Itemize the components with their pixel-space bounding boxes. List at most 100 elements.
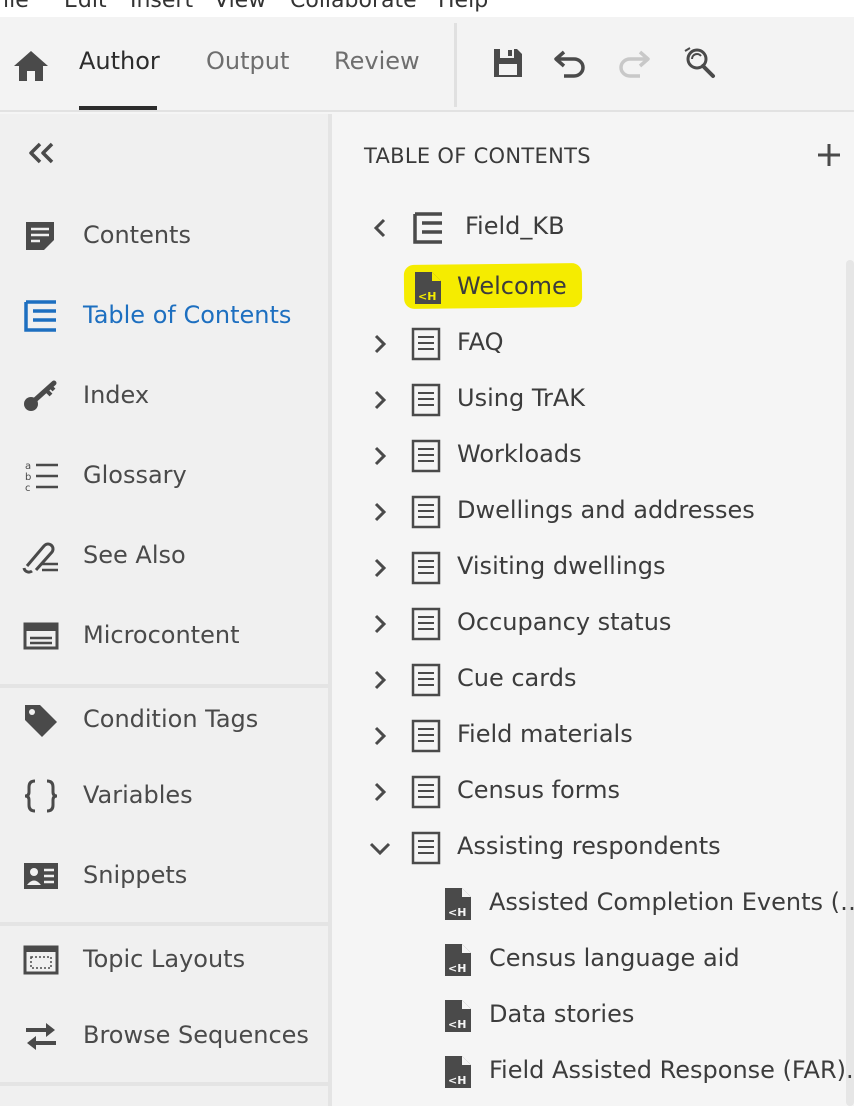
sidebar-item-see-also[interactable]: See Also <box>0 526 328 586</box>
toc-item-label: Visiting dwellings <box>457 552 666 580</box>
sidebar-item-label: Condition Tags <box>83 705 259 733</box>
sidebar-item-label: Variables <box>83 781 193 809</box>
sequence-icon <box>26 1023 56 1050</box>
menu-help[interactable]: Help <box>438 0 488 13</box>
toc-book-row[interactable]: Workloads <box>368 432 838 480</box>
menu-collaborate[interactable]: Collaborate <box>290 0 417 13</box>
chevron-right-icon[interactable] <box>368 780 392 804</box>
menu-view[interactable]: View <box>214 0 266 13</box>
book-page-icon <box>411 663 441 697</box>
toc-item-label: Using TrAK <box>457 384 585 412</box>
book-page-icon <box>411 607 441 641</box>
menu-file[interactable]: File <box>0 0 29 13</box>
tab-output[interactable]: Output <box>206 47 289 75</box>
toc-item-label: Census language aid <box>489 944 740 972</box>
toc-book-row[interactable]: Visiting dwellings <box>368 544 838 592</box>
sidebar-item-table-of-contents[interactable]: Table of Contents <box>0 286 328 346</box>
book-page-icon <box>411 775 441 809</box>
snippet-icon <box>24 863 58 889</box>
find-replace-icon[interactable] <box>682 45 718 81</box>
svg-text:b: b <box>25 472 31 483</box>
sidebar-item-label: Topic Layouts <box>83 945 246 973</box>
chevron-right-icon[interactable] <box>368 388 392 412</box>
toc-book-row[interactable]: Occupancy status <box>368 600 838 648</box>
svg-text:<H: <H <box>448 1018 466 1031</box>
key-icon <box>24 380 57 411</box>
chevron-right-icon[interactable] <box>368 556 392 580</box>
sidebar-item-label: Contents <box>83 221 191 249</box>
undo-icon[interactable] <box>552 45 588 81</box>
braces-icon <box>24 779 58 813</box>
toc-item-label: Census forms <box>457 776 621 804</box>
book-page-icon <box>411 551 441 585</box>
sidebar-item-microcontent[interactable]: Microcontent <box>0 606 328 666</box>
toc-item-welcome[interactable]: <H Welcome <box>368 264 838 312</box>
toc-book-row[interactable]: Using TrAK <box>368 376 838 424</box>
chevron-right-icon[interactable] <box>368 332 392 356</box>
chevron-right-icon[interactable] <box>368 500 392 524</box>
sidebar-item-variables[interactable]: Variables <box>0 766 328 826</box>
book-page-icon <box>411 495 441 529</box>
sidebar-item-condition-tags[interactable]: Condition Tags <box>0 690 328 750</box>
toc-root[interactable]: Field_KB <box>368 204 838 252</box>
tab-author[interactable]: Author <box>79 47 160 75</box>
toc-child-topic[interactable]: <H Assisted Completion Events (… <box>442 880 854 928</box>
topic-file-icon: <H <box>445 1000 471 1032</box>
toc-child-topic[interactable]: <H Data stories <box>442 992 854 1040</box>
toc-item-label: Field Assisted Response (FAR).. <box>489 1056 854 1084</box>
sidebar-item-label: Glossary <box>83 461 187 489</box>
sidebar-item-label: Table of Contents <box>83 301 292 329</box>
redo-icon[interactable] <box>616 45 652 81</box>
svg-text:<H: <H <box>448 1074 466 1087</box>
sidebar-item-topic-layouts[interactable]: Topic Layouts <box>0 930 328 990</box>
layout-icon <box>23 945 59 975</box>
toc-book-row[interactable]: FAQ <box>368 320 838 368</box>
sidebar-item-label: Index <box>83 381 150 409</box>
toc-panel: TABLE OF CONTENTS Field_KB <H Welcome FA… <box>332 114 854 1106</box>
toc-item-label: FAQ <box>457 328 504 356</box>
sidebar-divider <box>0 1082 328 1086</box>
toc-item-label: Assisting respondents <box>457 832 721 860</box>
toolbar-divider <box>454 23 457 107</box>
sidebar-item-browse-sequences[interactable]: Browse Sequences <box>0 1006 328 1066</box>
toc-item-label: Workloads <box>457 440 582 468</box>
microcontent-icon <box>23 622 59 650</box>
glossary-icon: a b c <box>25 461 58 494</box>
toc-book-row[interactable]: Census forms <box>368 768 838 816</box>
toc-child-topic[interactable]: <H Field Assisted Response (FAR).. <box>442 1048 854 1096</box>
toc-item-label: Assisted Completion Events (… <box>489 888 854 916</box>
toc-book-row[interactable]: Field materials <box>368 712 838 760</box>
collapse-panel-icon[interactable] <box>26 140 58 166</box>
sidebar-item-snippets[interactable]: Snippets <box>0 846 328 906</box>
sidebar-item-label: See Also <box>83 541 186 569</box>
toc-book-row[interactable]: Dwellings and addresses <box>368 488 838 536</box>
sidebar-item-contents[interactable]: Contents <box>0 206 328 266</box>
add-icon[interactable] <box>816 142 842 168</box>
sidebar-item-glossary[interactable]: a b c Glossary <box>0 446 328 506</box>
chevron-left-icon[interactable] <box>368 216 392 240</box>
topic-file-icon: <H <box>445 888 471 920</box>
toc-book-row[interactable]: Cue cards <box>368 656 838 704</box>
book-page-icon <box>411 719 441 753</box>
toc-root-label: Field_KB <box>465 212 565 240</box>
menu-edit[interactable]: Edit <box>64 0 107 13</box>
chevron-right-icon[interactable] <box>368 612 392 636</box>
svg-text:c: c <box>25 483 31 494</box>
home-icon[interactable] <box>12 49 50 83</box>
chevron-right-icon[interactable] <box>368 724 392 748</box>
sidebar-item-index[interactable]: Index <box>0 366 328 426</box>
toc-root-icon <box>413 212 442 244</box>
chevron-right-icon[interactable] <box>368 444 392 468</box>
chevron-down-icon[interactable] <box>368 836 392 860</box>
toc-child-topic[interactable]: <H Census language aid <box>442 936 854 984</box>
save-icon[interactable] <box>490 45 526 81</box>
tab-review[interactable]: Review <box>334 47 420 75</box>
active-tab-indicator <box>79 106 157 110</box>
toc-item-label: Welcome <box>457 272 567 300</box>
menu-insert[interactable]: Insert <box>130 0 193 13</box>
sidebar-divider <box>0 922 328 926</box>
toc-icon <box>24 300 56 332</box>
see-also-icon <box>22 542 58 574</box>
toc-book-row-expanded[interactable]: Assisting respondents <box>368 824 838 872</box>
chevron-right-icon[interactable] <box>368 668 392 692</box>
